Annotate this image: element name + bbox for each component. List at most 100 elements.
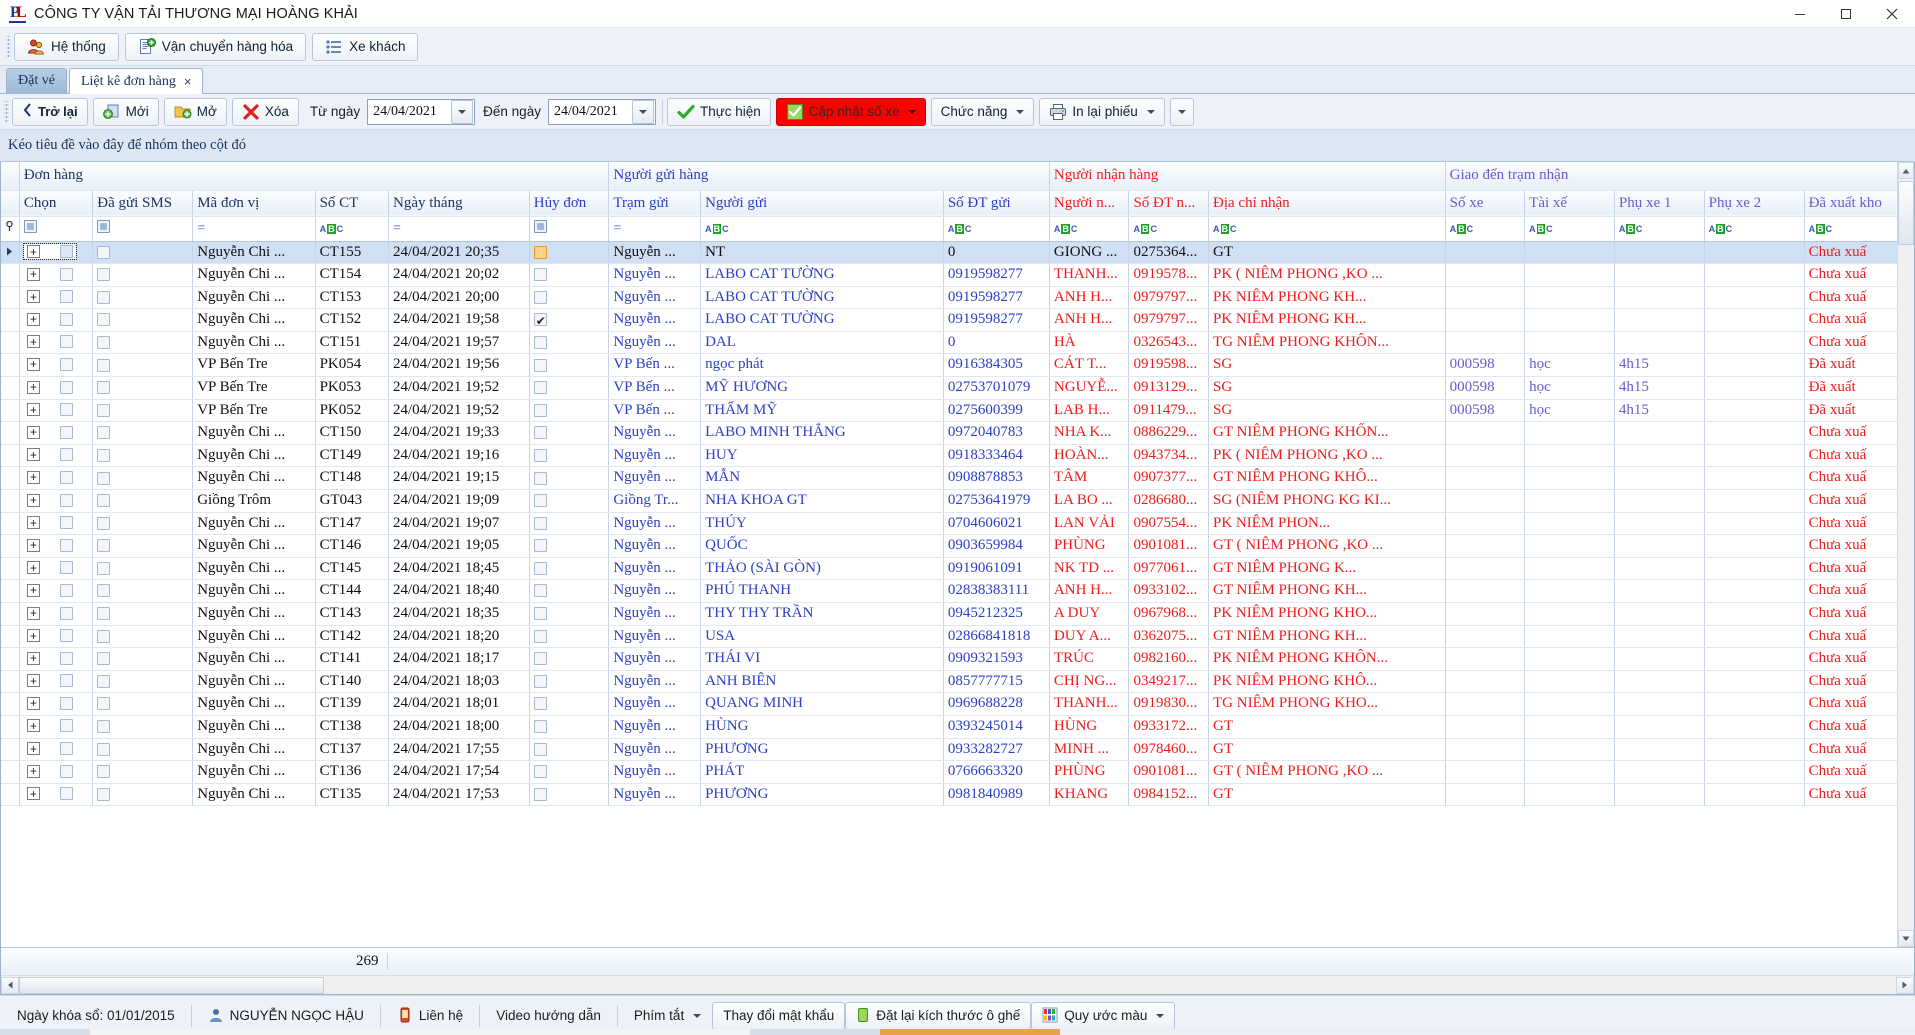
cell-soct[interactable]: CT153 (315, 286, 390, 310)
cell-sdtgui[interactable]: 0919598277 (943, 286, 1050, 310)
row-checkbox[interactable] (97, 471, 111, 485)
row-checkbox[interactable] (59, 561, 73, 575)
cell-sdtnhan[interactable]: 0919578... (1128, 263, 1209, 287)
cell-nguoinhan[interactable]: HOÀN... (1049, 444, 1130, 468)
cell-phuxe2[interactable] (1704, 353, 1805, 378)
filter-cell-ngay[interactable]: = (388, 216, 530, 242)
cell-sms[interactable] (92, 534, 194, 558)
cell-ngay[interactable]: 24/04/2021 18;20 (388, 625, 530, 649)
cell-huydon[interactable] (529, 241, 610, 265)
cell-sdtnhan[interactable]: 0967968... (1128, 602, 1209, 626)
contact-button[interactable]: Liên hệ (386, 1002, 474, 1030)
cell-sms[interactable] (92, 489, 194, 513)
row-checkbox[interactable] (97, 674, 111, 688)
cell-sms[interactable] (92, 286, 194, 310)
cell-taixe[interactable]: học (1524, 353, 1615, 378)
cell-sdtnhan[interactable]: 0913129... (1128, 376, 1209, 400)
cell-phuxe2[interactable] (1704, 286, 1805, 310)
table-row[interactable]: + Nguyễn Chi ... CT153 24/04/2021 20;00 Nguy… (1, 286, 1914, 310)
expand-row-icon[interactable]: + (26, 606, 40, 620)
cell-phuxe1[interactable] (1614, 308, 1705, 332)
cell-nguoigui[interactable]: DAL (700, 331, 944, 355)
cell-sms[interactable] (92, 444, 194, 468)
cell-ngay[interactable]: 24/04/2021 19;52 (388, 399, 530, 423)
expand-row-icon[interactable]: + (26, 493, 40, 507)
cell-phuxe2[interactable] (1704, 692, 1805, 716)
cell-nguoigui[interactable]: HUY (700, 444, 944, 468)
cell-ngay[interactable]: 24/04/2021 18;45 (388, 557, 530, 581)
cell-nguoigui[interactable]: THÚY (700, 512, 944, 536)
cell-sdtgui[interactable]: 0766663320 (943, 760, 1050, 784)
cell-phuxe2[interactable] (1704, 738, 1805, 762)
cell-chon[interactable]: + (19, 399, 94, 423)
cell-soct[interactable]: CT144 (315, 579, 390, 603)
row-checkbox[interactable] (533, 426, 547, 440)
row-checkbox[interactable] (59, 493, 73, 507)
cell-sdtnhan[interactable]: 0901081... (1128, 760, 1209, 784)
cell-phuxe2[interactable] (1704, 647, 1805, 671)
cell-ngay[interactable]: 24/04/2021 19;33 (388, 421, 530, 445)
cell-phuxe2[interactable] (1704, 579, 1805, 603)
cell-ngay[interactable]: 24/04/2021 19;16 (388, 444, 530, 468)
cell-soxe[interactable] (1445, 760, 1526, 784)
cell-soxe[interactable] (1445, 286, 1526, 310)
tab-dat-ve[interactable]: Đặt vé (6, 68, 67, 93)
cell-sdtgui[interactable]: 0945212325 (943, 602, 1050, 626)
cell-phuxe1[interactable] (1614, 241, 1705, 265)
cell-nguoigui[interactable]: MẪN (700, 466, 944, 491)
cell-nguoigui[interactable]: PHƯƠNG (700, 783, 944, 807)
cell-phuxe2[interactable] (1704, 760, 1805, 784)
cell-sdtgui[interactable]: 0275600399 (943, 399, 1050, 423)
table-row[interactable]: + Nguyễn Chi ... CT135 24/04/2021 17;53 Nguy… (1, 783, 1914, 807)
cell-tramgui[interactable]: Nguyễn ... (608, 534, 702, 558)
cell-soxe[interactable]: 000598 (1445, 376, 1526, 400)
tab-liet-ke-don-hang[interactable]: Liệt kê đơn hàng × (68, 68, 204, 94)
cell-ngay[interactable]: 24/04/2021 17;53 (388, 783, 530, 807)
cell-diachi[interactable]: GT (1208, 783, 1446, 807)
cell-sms[interactable] (92, 670, 194, 694)
cell-phuxe2[interactable] (1704, 625, 1805, 649)
cell-chon[interactable]: + (19, 625, 94, 649)
to-date-field[interactable] (547, 98, 656, 125)
filter-cell-chon[interactable] (19, 216, 94, 242)
cell-sms[interactable] (92, 783, 194, 807)
cell-nguoigui[interactable]: THẢO (SÀI GÒN) (700, 557, 944, 581)
cell-phuxe2[interactable] (1704, 489, 1805, 513)
cell-chon[interactable]: + (19, 308, 94, 332)
cell-madv[interactable]: Nguyễn Chi ... (192, 783, 316, 807)
cell-diachi[interactable]: PK NIÊM PHONG KHÔN... (1208, 647, 1446, 671)
table-row[interactable]: + Nguyễn Chi ... CT147 24/04/2021 19;07 Nguy… (1, 512, 1914, 536)
expand-row-icon[interactable]: + (26, 651, 40, 665)
row-checkbox[interactable] (59, 674, 73, 688)
cell-taixe[interactable] (1524, 286, 1615, 310)
cell-taixe[interactable] (1524, 647, 1615, 671)
row-checkbox[interactable] (97, 448, 111, 462)
expand-row-icon[interactable]: + (26, 357, 40, 371)
row-checkbox[interactable] (97, 290, 111, 304)
delete-button[interactable]: Xóa (231, 97, 299, 126)
cell-madv[interactable]: Nguyễn Chi ... (192, 421, 316, 445)
cell-huydon[interactable] (529, 557, 610, 581)
cell-phuxe2[interactable] (1704, 331, 1805, 355)
row-checkbox[interactable] (97, 381, 111, 395)
cell-ngay[interactable]: 24/04/2021 19;09 (388, 489, 530, 513)
cell-ngay[interactable]: 24/04/2021 18;17 (388, 647, 530, 671)
cell-tramgui[interactable]: Nguyễn ... (608, 466, 702, 491)
column-header-tramgui[interactable]: Trạm gửi (608, 190, 702, 217)
ribbon-tab-van-chuyen-hang-hoa[interactable]: Vận chuyển hàng hóa (124, 32, 307, 61)
cell-soct[interactable]: CT155 (315, 241, 390, 265)
cell-tramgui[interactable]: Nguyễn ... (608, 512, 702, 536)
cell-soct[interactable]: GT043 (315, 489, 390, 513)
cell-huydon[interactable] (529, 738, 610, 762)
cell-soxe[interactable] (1445, 263, 1526, 287)
cell-huydon[interactable] (529, 602, 610, 626)
expand-row-icon[interactable]: + (26, 719, 40, 733)
cell-sdtgui[interactable]: 0909321593 (943, 647, 1050, 671)
row-checkbox[interactable] (97, 765, 111, 779)
cell-chon[interactable]: + (19, 444, 94, 468)
cell-nguoigui[interactable]: MỸ HƯƠNG (700, 376, 944, 400)
cell-sdtnhan[interactable]: 0919598... (1128, 353, 1209, 378)
cell-soxe[interactable] (1445, 647, 1526, 671)
row-checkbox[interactable] (533, 311, 547, 330)
cell-nguoigui[interactable]: USA (700, 625, 944, 649)
